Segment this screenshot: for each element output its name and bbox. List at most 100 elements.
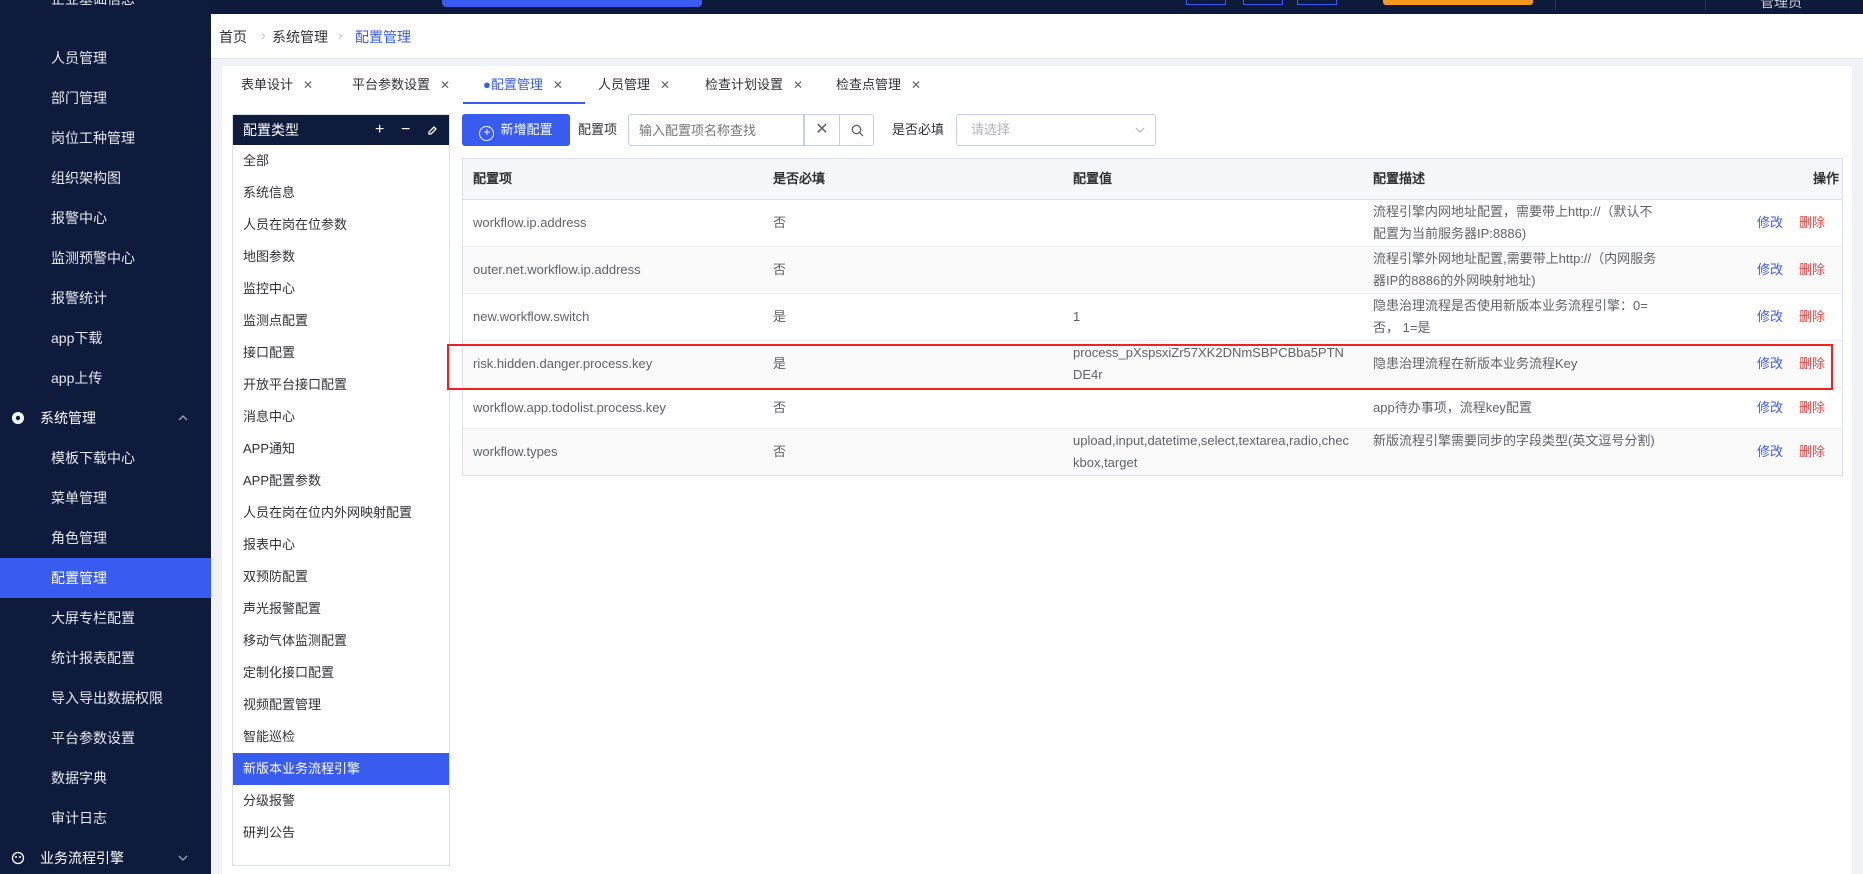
table-row: outer.net.workflow.ip.address 否 流程引擎外网地址… <box>463 247 1842 294</box>
tab-platform-params[interactable]: 平台参数设置 ✕ <box>352 66 450 104</box>
close-icon[interactable]: ✕ <box>660 78 670 92</box>
sidebar-group-system[interactable]: 系统管理 <box>0 398 211 438</box>
type-item[interactable]: 监控中心 <box>233 273 449 305</box>
type-item[interactable]: 消息中心 <box>233 401 449 433</box>
clear-button[interactable]: ✕ <box>804 114 840 146</box>
type-item[interactable]: 报表中心 <box>233 529 449 561</box>
type-item[interactable]: 分级报警 <box>233 785 449 817</box>
sidebar-item-org-chart[interactable]: 组织架构图 <box>0 158 211 198</box>
delete-link[interactable]: 删除 <box>1799 213 1825 233</box>
type-item[interactable]: APP配置参数 <box>233 465 449 497</box>
column-header-required: 是否必填 <box>773 171 826 186</box>
column-header-desc: 配置描述 <box>1373 171 1426 186</box>
sidebar-item-post-type[interactable]: 岗位工种管理 <box>0 118 211 158</box>
top-toggle-1[interactable] <box>1186 0 1226 5</box>
add-config-button[interactable]: + 新增配置 <box>462 114 570 146</box>
select-placeholder: 请选择 <box>971 122 1011 137</box>
sidebar-item-personnel[interactable]: 人员管理 <box>0 38 211 78</box>
sidebar-item-department[interactable]: 部门管理 <box>0 78 211 118</box>
top-orange-button[interactable] <box>1383 0 1533 5</box>
sidebar-item-template-download[interactable]: 模板下载中心 <box>0 438 211 478</box>
type-item[interactable]: 移动气体监测配置 <box>233 625 449 657</box>
sidebar-item-enterprise-info[interactable]: 企业基础信息 <box>0 0 211 18</box>
type-item[interactable]: 人员在岗在位内外网映射配置 <box>233 497 449 529</box>
tab-personnel[interactable]: 人员管理 ✕ <box>598 66 670 104</box>
user-name[interactable]: 管理员 <box>1760 0 1802 12</box>
sidebar-item-dictionary[interactable]: 数据字典 <box>0 758 211 798</box>
type-item[interactable]: 人员在岗在位参数 <box>233 209 449 241</box>
sidebar-item-audit-log[interactable]: 审计日志 <box>0 798 211 838</box>
type-item[interactable]: 声光报警配置 <box>233 593 449 625</box>
sidebar-item-alarm-stats[interactable]: 报警统计 <box>0 278 211 318</box>
breadcrumb-home[interactable]: 首页 <box>219 27 247 47</box>
type-item[interactable]: 监测点配置 <box>233 305 449 337</box>
type-item[interactable]: 研判公告 <box>233 817 449 849</box>
type-item[interactable]: 地图参数 <box>233 241 449 273</box>
cell-desc: 隐患治理流程在新版本业务流程Key <box>1373 356 1578 371</box>
cell-required: 否 <box>773 444 787 459</box>
edit-link[interactable]: 修改 <box>1757 307 1783 327</box>
delete-link[interactable]: 删除 <box>1799 260 1825 280</box>
plus-circle-icon: + <box>479 126 495 141</box>
edit-link[interactable]: 修改 <box>1757 213 1783 233</box>
type-item[interactable]: 双预防配置 <box>233 561 449 593</box>
type-item[interactable]: 系统信息 <box>233 177 449 209</box>
edit-link[interactable]: 修改 <box>1757 398 1783 418</box>
tab-checkpoint[interactable]: 检查点管理 ✕ <box>836 66 921 104</box>
sidebar-item-app-upload[interactable]: app上传 <box>0 358 211 398</box>
sidebar-item-report-config[interactable]: 统计报表配置 <box>0 638 211 678</box>
type-item[interactable]: 智能巡检 <box>233 721 449 753</box>
cell-desc: app待办事项，流程key配置 <box>1373 400 1532 415</box>
close-icon[interactable]: ✕ <box>553 78 563 92</box>
close-icon[interactable]: ✕ <box>440 78 450 92</box>
delete-link[interactable]: 删除 <box>1799 354 1825 374</box>
remove-type-icon[interactable]: − <box>401 115 410 145</box>
close-icon[interactable]: ✕ <box>303 78 313 92</box>
sidebar-item-menu[interactable]: 菜单管理 <box>0 478 211 518</box>
required-select[interactable]: 请选择 <box>956 114 1156 146</box>
sidebar-item-config[interactable]: 配置管理 <box>0 558 211 598</box>
sidebar-group-label: 系统管理 <box>40 410 96 426</box>
type-item[interactable]: 开放平台接口配置 <box>233 369 449 401</box>
sidebar-item-role[interactable]: 角色管理 <box>0 518 211 558</box>
sidebar-item-monitor-warning[interactable]: 监测预警中心 <box>0 238 211 278</box>
breadcrumb-separator: › <box>261 27 266 43</box>
config-type-panel: 配置类型 + − 全部 系统信息 人员在岗在位参数 地图参数 监控中心 监测点配… <box>232 114 450 866</box>
top-toggle-2[interactable] <box>1243 0 1283 5</box>
delete-link[interactable]: 删除 <box>1799 442 1825 462</box>
delete-link[interactable]: 删除 <box>1799 398 1825 418</box>
type-item[interactable]: 接口配置 <box>233 337 449 369</box>
sidebar-group-workflow[interactable]: 业务流程引擎 <box>0 838 211 874</box>
cell-desc: 新版流程引擎需要同步的字段类型(英文逗号分割) <box>1373 433 1655 448</box>
table-row: new.workflow.switch 是 1 隐患治理流程是否使用新版本业务流… <box>463 294 1842 341</box>
close-icon[interactable]: ✕ <box>793 78 803 92</box>
config-search-input[interactable] <box>628 114 804 146</box>
edit-link[interactable]: 修改 <box>1757 260 1783 280</box>
table-row: risk.hidden.danger.process.key 是 process… <box>463 341 1842 388</box>
close-icon[interactable]: ✕ <box>911 78 921 92</box>
tab-config[interactable]: ●配置管理 ✕ <box>463 66 585 104</box>
sidebar-item-screen-column[interactable]: 大屏专栏配置 <box>0 598 211 638</box>
search-button[interactable] <box>839 114 874 146</box>
edit-link[interactable]: 修改 <box>1757 354 1783 374</box>
edit-icon[interactable] <box>427 125 438 136</box>
sidebar-item-alarm-center[interactable]: 报警中心 <box>0 198 211 238</box>
edit-link[interactable]: 修改 <box>1757 442 1783 462</box>
sidebar-item-app-download[interactable]: app下载 <box>0 318 211 358</box>
tab-inspection-plan[interactable]: 检查计划设置 ✕ <box>705 66 803 104</box>
type-item[interactable]: 定制化接口配置 <box>233 657 449 689</box>
config-type-title: 配置类型 <box>243 122 299 138</box>
type-item[interactable]: APP通知 <box>233 433 449 465</box>
delete-link[interactable]: 删除 <box>1799 307 1825 327</box>
add-type-icon[interactable]: + <box>375 115 384 145</box>
cell-desc: 隐患治理流程是否使用新版本业务流程引擎：0=否， 1=是 <box>1373 298 1648 335</box>
sidebar-item-import-export[interactable]: 导入导出数据权限 <box>0 678 211 718</box>
top-toggle-3[interactable] <box>1297 0 1337 5</box>
sidebar-item-platform-params[interactable]: 平台参数设置 <box>0 718 211 758</box>
type-item[interactable]: 视频配置管理 <box>233 689 449 721</box>
type-item-active[interactable]: 新版本业务流程引擎 <box>233 753 449 785</box>
top-action-button[interactable] <box>442 0 702 7</box>
type-item[interactable]: 全部 <box>233 145 449 177</box>
tab-form-design[interactable]: 表单设计 ✕ <box>241 66 313 104</box>
breadcrumb-system[interactable]: 系统管理 <box>272 27 328 47</box>
